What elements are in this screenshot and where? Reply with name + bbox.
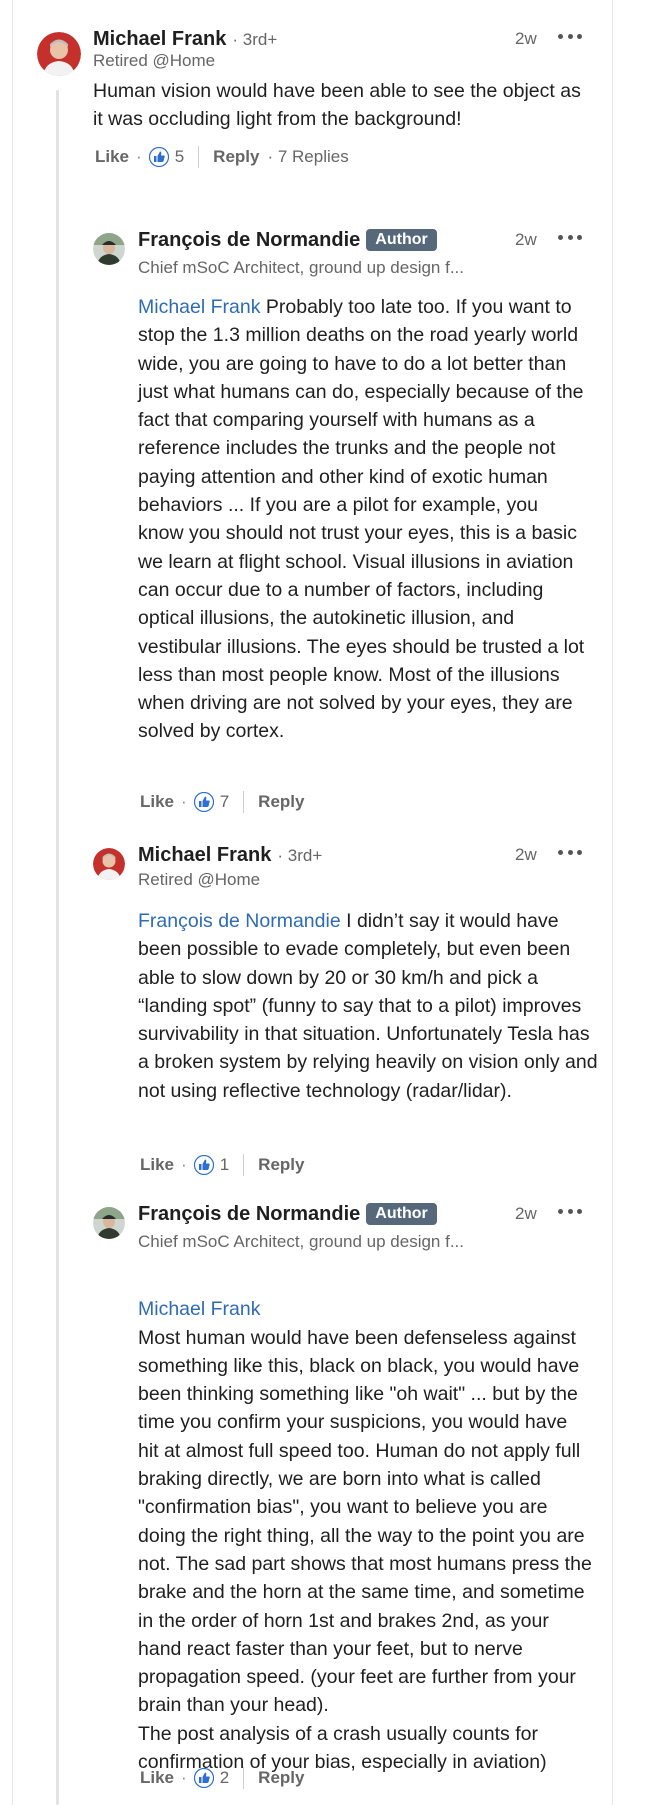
like-button[interactable]: Like <box>140 1155 174 1175</box>
like-count[interactable]: 2 <box>220 1768 229 1788</box>
like-count[interactable]: 1 <box>220 1155 229 1175</box>
replies-count-link[interactable]: · 7 Replies <box>267 147 348 167</box>
like-reaction-icon[interactable] <box>148 146 169 168</box>
author-headline: Retired @Home <box>93 51 216 70</box>
avatar[interactable] <box>93 1207 125 1239</box>
comment-actions: Like · 2 Reply <box>140 1766 304 1790</box>
author-badge: Author <box>366 1203 437 1225</box>
more-options-icon[interactable] <box>558 31 582 41</box>
reply-button[interactable]: Reply <box>258 1768 304 1788</box>
action-divider <box>198 146 200 168</box>
like-count[interactable]: 7 <box>220 792 229 812</box>
connection-degree: · 3rd+ <box>277 846 323 865</box>
comment-author-name[interactable]: François de Normandie <box>138 1203 360 1226</box>
comment-body: Human vision would have been able to see… <box>93 80 581 131</box>
more-options-icon[interactable] <box>558 1206 582 1216</box>
comment: Michael Frank · 3rd+ Retired @Home 2w Hu… <box>37 28 597 202</box>
comment-text: Michael Frank Probably too late too. If … <box>138 293 588 746</box>
like-reaction-icon[interactable] <box>193 1767 214 1789</box>
comment-body: I didn’t say it would have been possible… <box>138 910 598 1102</box>
like-button[interactable]: Like <box>140 792 174 812</box>
author-headline: Retired @Home <box>138 870 261 889</box>
mention-link[interactable]: Michael Frank <box>138 1298 260 1320</box>
reply-comment: François de Normandie Author Chief mSoC … <box>93 1203 603 1797</box>
reply-comment: Michael Frank · 3rd+ Retired @Home 2w Fr… <box>93 844 603 1178</box>
feed-border-left <box>12 0 13 1805</box>
reply-button[interactable]: Reply <box>213 147 259 167</box>
comment-timestamp: 2w <box>515 29 537 48</box>
comment-timestamp: 2w <box>515 230 537 249</box>
like-button[interactable]: Like <box>95 147 129 167</box>
reply-button[interactable]: Reply <box>258 792 304 812</box>
reply-thread-line <box>56 90 59 1805</box>
action-divider <box>243 1154 245 1176</box>
reply-button[interactable]: Reply <box>258 1155 304 1175</box>
more-options-icon[interactable] <box>558 847 582 857</box>
comment-author-name[interactable]: François de Normandie <box>138 229 360 252</box>
separator-dot: · <box>181 1768 187 1787</box>
comment-body: Most human would have been defenseless a… <box>138 1326 592 1774</box>
comment-text: Michael Frank Most human would have been… <box>138 1267 593 1776</box>
author-headline: Chief mSoC Architect, ground up design f… <box>138 1232 465 1251</box>
separator-dot: · <box>181 792 187 811</box>
comment-text: François de Normandie I didn’t say it wo… <box>138 907 598 1105</box>
feed-border-right <box>612 0 613 1805</box>
reply-comment: François de Normandie Author Chief mSoC … <box>93 229 603 833</box>
comment-author-name[interactable]: Michael Frank <box>138 844 271 867</box>
mention-link[interactable]: François de Normandie <box>138 910 341 932</box>
author-headline: Chief mSoC Architect, ground up design f… <box>138 258 465 277</box>
comment-actions: Like · 7 Reply <box>140 790 304 814</box>
action-divider <box>243 791 245 813</box>
like-reaction-icon[interactable] <box>193 791 214 813</box>
comment-actions: Like · 1 Reply <box>140 1153 304 1177</box>
comment-text: Human vision would have been able to see… <box>93 77 587 134</box>
like-count[interactable]: 5 <box>175 147 184 167</box>
like-button[interactable]: Like <box>140 1768 174 1788</box>
like-reaction-icon[interactable] <box>193 1154 214 1176</box>
comment-timestamp: 2w <box>515 1204 537 1223</box>
comment-author-name[interactable]: Michael Frank <box>93 28 226 51</box>
avatar[interactable] <box>37 32 81 76</box>
connection-degree: · 3rd+ <box>232 30 278 49</box>
author-badge: Author <box>366 229 437 251</box>
avatar[interactable] <box>93 848 125 880</box>
comment-body: Probably too late too. If you want to st… <box>138 296 585 743</box>
separator-dot: · <box>181 1155 187 1174</box>
comment-actions: Like · 5 Reply · 7 Replies <box>95 145 349 169</box>
mention-link[interactable]: Michael Frank <box>138 296 260 318</box>
action-divider <box>243 1767 245 1789</box>
separator-dot: · <box>136 147 142 166</box>
more-options-icon[interactable] <box>558 232 582 242</box>
avatar[interactable] <box>93 233 125 265</box>
comment-timestamp: 2w <box>515 845 537 864</box>
